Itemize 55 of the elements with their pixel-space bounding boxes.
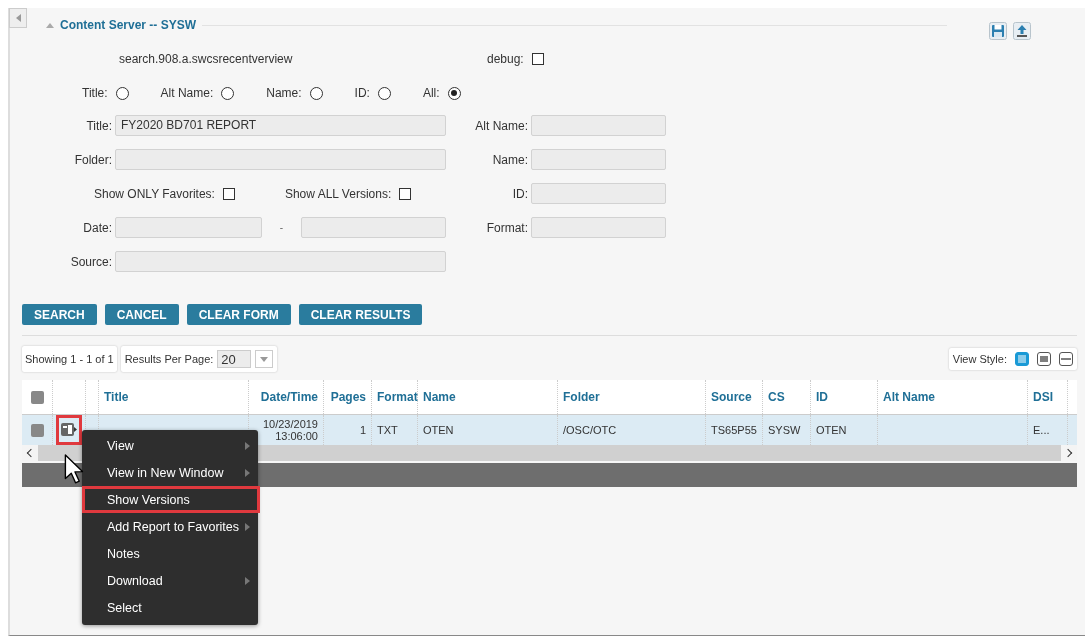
radio-label: Title: bbox=[82, 86, 108, 100]
field-label: Date: bbox=[82, 220, 112, 235]
debug-label: debug: bbox=[487, 52, 524, 66]
table-cell: OTEN bbox=[423, 424, 454, 436]
column-header[interactable]: ID bbox=[816, 390, 828, 404]
table-cell: /OSC/OTC bbox=[563, 424, 617, 436]
action-button[interactable]: CANCEL bbox=[104, 304, 179, 325]
radio-label: ID: bbox=[354, 86, 370, 100]
view-style-label: View Style: bbox=[952, 353, 1007, 365]
title-field[interactable]: FY2020 BD701 REPORT bbox=[115, 115, 446, 136]
menu-item[interactable]: Select bbox=[82, 594, 258, 621]
field-label: Format: bbox=[485, 220, 528, 235]
radio-label: Name: bbox=[266, 86, 302, 100]
menu-item[interactable]: Add Report to Favorites bbox=[82, 513, 258, 540]
action-button[interactable]: CLEAR FORM bbox=[186, 304, 291, 325]
menu-item[interactable]: Notes bbox=[82, 540, 258, 567]
field-label: ID: bbox=[511, 186, 528, 201]
field-label: Folder: bbox=[73, 152, 112, 167]
results-per-page-label: Results Per Page: bbox=[124, 353, 214, 365]
field-label: Source: bbox=[69, 254, 112, 269]
field-label: Name: bbox=[491, 152, 528, 167]
table-cell: 1 bbox=[359, 424, 366, 436]
checkbox-label: Show ONLY Favorites: bbox=[94, 186, 215, 201]
column-header[interactable]: Source bbox=[711, 390, 752, 404]
column-header[interactable]: Alt Name bbox=[883, 390, 935, 404]
menu-item[interactable]: Show Versions bbox=[82, 486, 260, 513]
field-label: Title: bbox=[85, 118, 112, 133]
column-header[interactable]: DSI bbox=[1033, 390, 1053, 404]
column-header[interactable]: Title bbox=[104, 390, 129, 404]
menu-item[interactable]: Download bbox=[82, 567, 258, 594]
column-header[interactable]: Folder bbox=[563, 390, 600, 404]
table-cell-text: 10/23/2019 13:06:00 bbox=[261, 418, 318, 442]
action-button[interactable]: CLEAR RESULTS bbox=[298, 304, 423, 325]
table-cell: SYSW bbox=[768, 424, 801, 436]
table-cell: OTEN bbox=[816, 424, 847, 436]
radio-label: Alt Name: bbox=[160, 86, 214, 100]
panel-title: Content Server -- SYSW bbox=[60, 18, 197, 32]
column-header[interactable]: Pages bbox=[330, 390, 366, 404]
radio-label: All: bbox=[422, 86, 440, 100]
column-header[interactable]: Name bbox=[423, 390, 456, 404]
table-cell: TS65P55 bbox=[711, 424, 757, 436]
column-header[interactable]: CS bbox=[768, 390, 785, 404]
results-count: Showing 1 - 1 of 1 bbox=[22, 346, 117, 372]
results-per-page-select[interactable]: 20 bbox=[217, 350, 252, 368]
search-name: search.908.a.swcsrecentverview bbox=[119, 52, 294, 66]
menu-item[interactable]: View bbox=[82, 432, 258, 459]
date-separator: - bbox=[278, 222, 285, 233]
menu-item[interactable]: View in New Window bbox=[82, 459, 258, 486]
action-button[interactable]: SEARCH bbox=[22, 304, 97, 325]
table-cell: TXT bbox=[377, 424, 398, 436]
column-header[interactable]: Date/Time bbox=[260, 390, 318, 404]
column-header[interactable]: Format bbox=[377, 390, 418, 404]
checkbox-label: Show ALL Versions: bbox=[284, 186, 392, 201]
table-cell: E... bbox=[1033, 424, 1050, 436]
field-label: Alt Name: bbox=[474, 118, 528, 133]
